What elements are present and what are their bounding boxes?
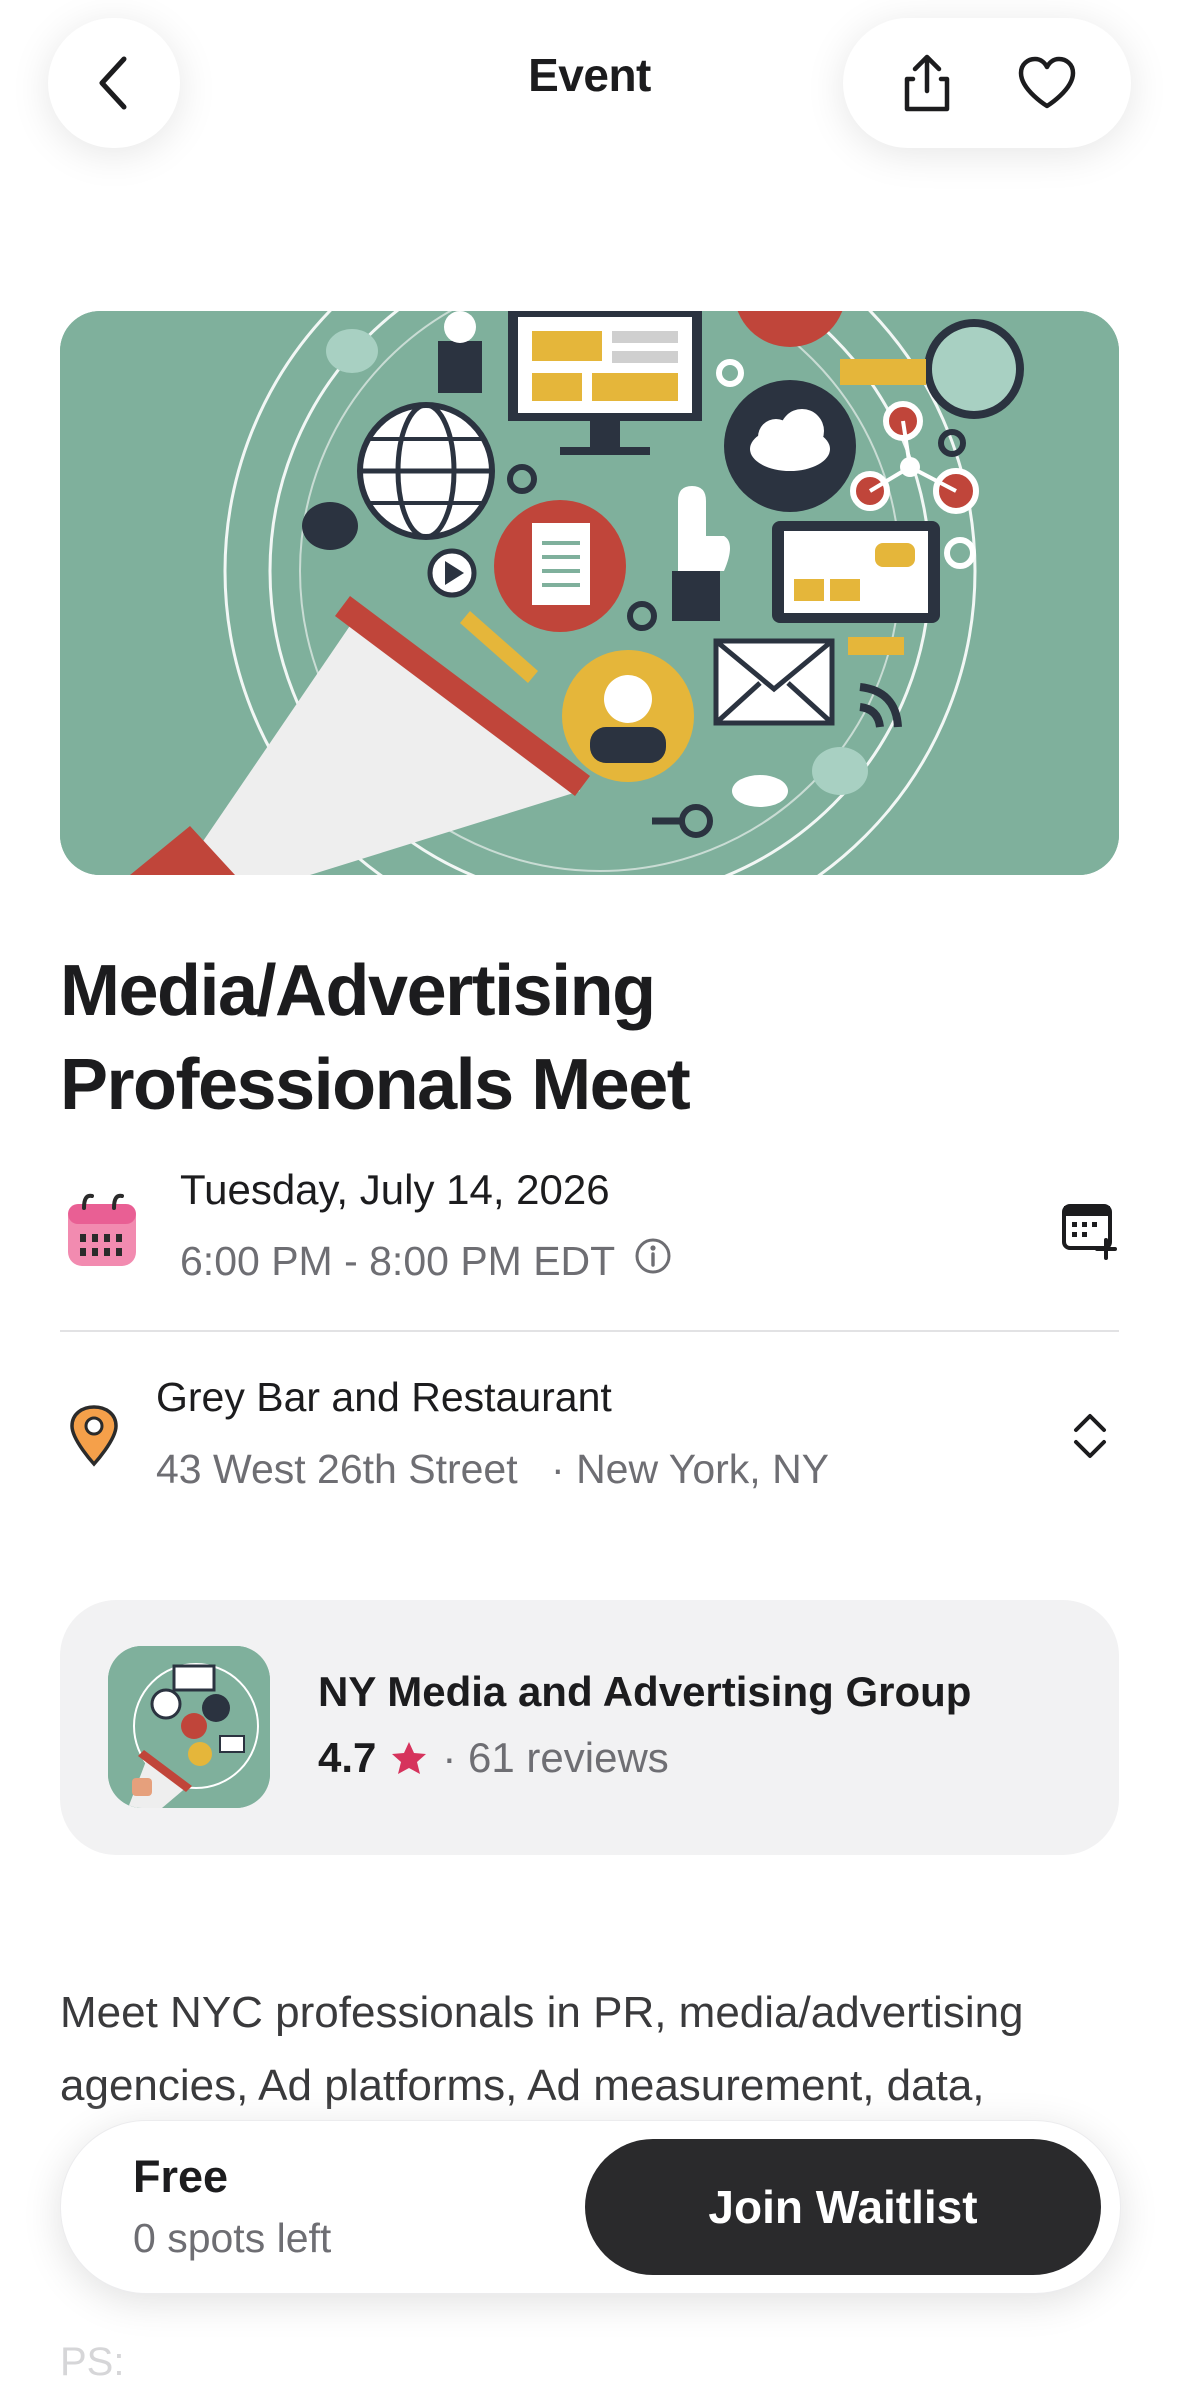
- heart-icon: [1018, 56, 1076, 109]
- venue-name[interactable]: Grey Bar and Restaurant: [156, 1374, 612, 1421]
- event-title-line2: Professionals Meet: [60, 1045, 691, 1125]
- add-to-calendar-icon[interactable]: [1060, 1200, 1120, 1265]
- header-actions: [843, 18, 1131, 148]
- event-hero-image: [60, 311, 1119, 875]
- ticket-price: Free: [133, 2151, 229, 2202]
- review-count[interactable]: · 61 reviews: [442, 1734, 668, 1782]
- organizer-avatar: [108, 1646, 270, 1808]
- expand-chevrons-icon[interactable]: [1070, 1408, 1110, 1469]
- event-title: Media/Advertising Professionals Meet: [60, 944, 1060, 1132]
- event-title-line1: Media/Advertising: [60, 951, 656, 1031]
- venue-city: · New York, NY: [551, 1446, 830, 1492]
- spots-left: 0 spots left: [133, 2215, 332, 2261]
- description-line1: Meet NYC professionals in PR, media/adve…: [60, 1988, 1024, 2037]
- share-icon: [904, 54, 950, 112]
- venue-address: 43 West 26th Street · New York, NY: [156, 1446, 829, 1493]
- organizer-rating: 4.7 · 61 reviews: [318, 1734, 669, 1782]
- event-time: 6:00 PM - 8:00 PM EDT: [180, 1237, 616, 1284]
- calendar-icon: [64, 1190, 140, 1275]
- venue-street: 43 West 26th Street: [156, 1446, 518, 1492]
- bottom-action-bar: Free 0 spots left Join Waitlist: [60, 2120, 1121, 2294]
- divider: [60, 1330, 1119, 1332]
- share-button[interactable]: [882, 38, 972, 128]
- favorite-button[interactable]: [1002, 38, 1092, 128]
- info-icon[interactable]: [633, 1236, 673, 1286]
- organizer-name: NY Media and Advertising Group: [318, 1668, 972, 1715]
- description-ps: PS:: [60, 2340, 125, 2384]
- join-waitlist-button[interactable]: Join Waitlist: [585, 2139, 1101, 2275]
- rating-score: 4.7: [318, 1734, 377, 1781]
- event-time-row: 6:00 PM - 8:00 PM EDT: [180, 1236, 673, 1286]
- location-pin-icon: [68, 1404, 120, 1473]
- event-date: Tuesday, July 14, 2026: [180, 1166, 610, 1213]
- organizer-card[interactable]: NY Media and Advertising Group 4.7 · 61 …: [60, 1600, 1119, 1855]
- star-icon: [392, 1742, 427, 1774]
